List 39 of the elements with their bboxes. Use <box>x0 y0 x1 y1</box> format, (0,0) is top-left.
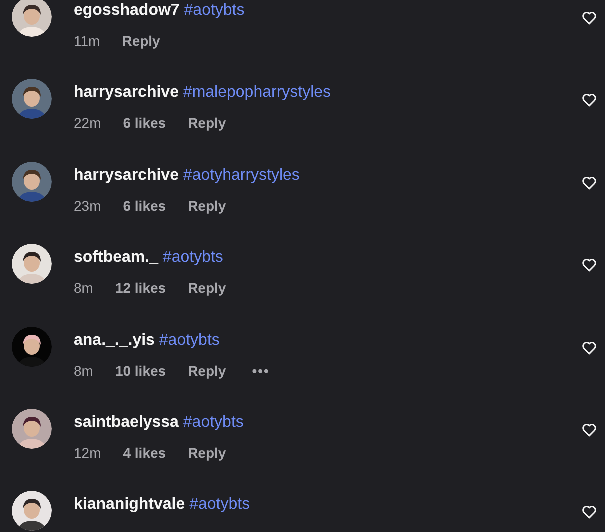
comment-time: 23m <box>74 196 102 216</box>
hashtag-link[interactable]: #aotybts <box>190 496 250 514</box>
comment-time: 11m <box>74 32 100 51</box>
reply-button[interactable]: Reply <box>122 31 160 51</box>
hashtag-link[interactable]: #aotybts <box>159 332 220 349</box>
username[interactable]: egosshadow7 <box>74 2 180 19</box>
comment-time: 12m <box>74 444 102 463</box>
username[interactable]: harrysarchive <box>74 84 179 102</box>
reply-button[interactable]: Reply <box>188 442 226 463</box>
reply-button[interactable]: Reply <box>188 278 226 298</box>
heart-icon[interactable] <box>582 422 597 437</box>
heart-icon[interactable] <box>582 258 597 272</box>
heart-icon[interactable] <box>582 340 597 355</box>
reply-button[interactable]: Reply <box>188 360 226 381</box>
hashtag-link[interactable]: #aotyharrystyles <box>183 166 300 184</box>
likes-count[interactable]: 6 likes <box>123 196 166 216</box>
hashtag-link[interactable]: #aotybts <box>183 414 244 431</box>
likes-count[interactable]: 4 likes <box>123 442 166 463</box>
comment-time: 8m <box>74 279 94 298</box>
hashtag-link[interactable]: #aotybts <box>184 2 245 19</box>
username[interactable]: kiananightvale <box>74 496 186 514</box>
more-options-button[interactable]: ••• <box>252 360 270 381</box>
likes-count[interactable]: 12 likes <box>115 278 166 298</box>
heart-icon[interactable] <box>582 505 597 520</box>
hashtag-link[interactable]: #malepopharrystyles <box>183 84 332 102</box>
likes-count[interactable]: 10 likes <box>115 360 166 381</box>
username[interactable]: ana._._.yis <box>74 332 155 349</box>
reply-button[interactable]: Reply <box>188 113 226 134</box>
username[interactable]: harrysarchive <box>74 166 179 184</box>
comment-time: 22m <box>74 114 102 134</box>
heart-icon[interactable] <box>582 176 597 190</box>
username[interactable]: saintbaelyssa <box>74 414 179 431</box>
comment-time: 8m <box>74 362 94 381</box>
username[interactable]: softbeam._ <box>74 249 158 266</box>
hashtag-link[interactable]: #aotybts <box>162 249 224 266</box>
reply-button[interactable]: Reply <box>188 196 226 216</box>
likes-count[interactable]: 6 likes <box>123 113 166 134</box>
heart-icon[interactable] <box>582 93 597 108</box>
heart-icon[interactable] <box>582 11 597 25</box>
